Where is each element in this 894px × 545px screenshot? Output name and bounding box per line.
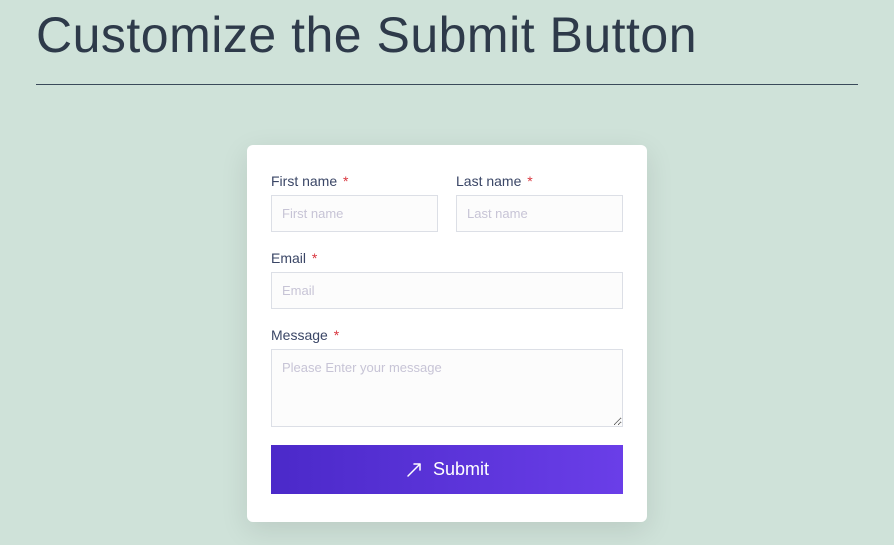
message-label: Message * xyxy=(271,327,623,343)
first-name-label: First name * xyxy=(271,173,438,189)
form-card: First name * Last name * Email * xyxy=(247,145,647,522)
required-mark: * xyxy=(527,173,532,189)
email-input[interactable] xyxy=(271,272,623,309)
first-name-label-text: First name xyxy=(271,173,337,189)
last-name-label-text: Last name xyxy=(456,173,521,189)
submit-button[interactable]: Submit xyxy=(271,445,623,494)
page-title: Customize the Submit Button xyxy=(36,6,858,64)
message-label-text: Message xyxy=(271,327,328,343)
email-label-text: Email xyxy=(271,250,306,266)
last-name-input[interactable] xyxy=(456,195,623,232)
required-mark: * xyxy=(343,173,348,189)
email-label: Email * xyxy=(271,250,623,266)
arrow-right-icon xyxy=(405,461,423,479)
message-textarea[interactable] xyxy=(271,349,623,427)
submit-button-label: Submit xyxy=(433,459,489,480)
last-name-label: Last name * xyxy=(456,173,623,189)
first-name-input[interactable] xyxy=(271,195,438,232)
title-divider xyxy=(36,84,858,85)
required-mark: * xyxy=(334,327,339,343)
required-mark: * xyxy=(312,250,317,266)
